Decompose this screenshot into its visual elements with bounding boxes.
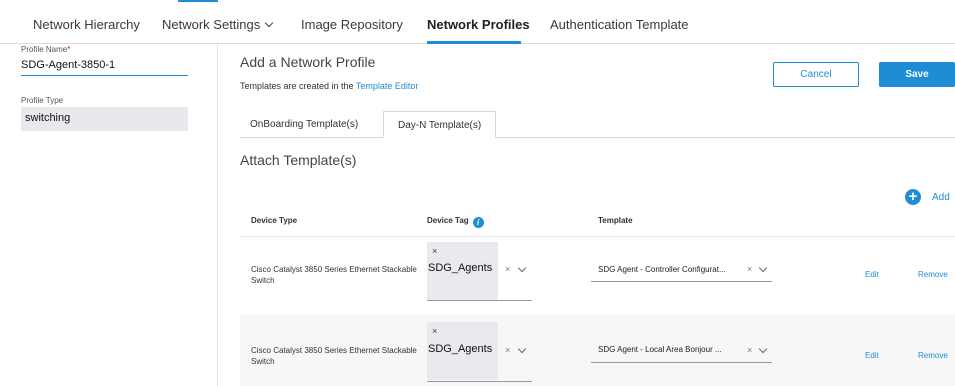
column-header-device-tag: Device Tag i <box>427 216 484 228</box>
row-2-template-underline <box>591 362 772 363</box>
tab-network-hierarchy[interactable]: Network Hierarchy <box>33 17 140 32</box>
row-1-device-type: Cisco Catalyst 3850 Series Ethernet Stac… <box>251 265 417 285</box>
row-2-device-tag-value: SDG_Agents <box>428 343 493 355</box>
top-accent-line <box>178 0 218 2</box>
close-icon[interactable]: × <box>505 345 510 355</box>
attach-templates-heading: Attach Template(s) <box>240 152 357 168</box>
row-1-template-select[interactable]: SDG Agent - Controller Configurat... <box>598 265 726 274</box>
active-tab-indicator <box>427 41 521 44</box>
required-marker: * <box>67 45 71 54</box>
column-header-template: Template <box>598 216 633 225</box>
tab-network-settings-label: Network Settings <box>162 17 261 32</box>
tab-authentication-template[interactable]: Authentication Template <box>550 17 689 32</box>
row-2-remove-link[interactable]: Remove <box>918 351 948 360</box>
chevron-down-icon <box>265 18 274 28</box>
tab-day-n-templates[interactable]: Day-N Template(s) <box>383 111 497 138</box>
device-tag-header-label: Device Tag <box>427 216 469 225</box>
table-header-divider <box>240 236 955 237</box>
profile-type-field[interactable]: switching <box>21 107 188 131</box>
page-subtitle: Templates are created in the Template Ed… <box>240 81 418 91</box>
tab-network-profiles[interactable]: Network Profiles <box>427 17 530 32</box>
row-1-device-tag-value: SDG_Agents <box>428 262 493 274</box>
plus-circle-icon[interactable]: + <box>905 189 921 205</box>
chevron-down-icon[interactable] <box>517 263 527 273</box>
info-icon[interactable]: i <box>472 217 484 228</box>
row-2-device-tag-underline <box>427 381 532 382</box>
profile-name-input[interactable]: SDG-Agent-3850-1 <box>21 59 115 71</box>
save-button[interactable]: Save <box>879 62 955 87</box>
row-1-edit-link[interactable]: Edit <box>865 270 879 279</box>
row-2-device-type: Cisco Catalyst 3850 Series Ethernet Stac… <box>251 346 417 366</box>
profile-name-underline <box>21 75 188 76</box>
row-1-remove-link[interactable]: Remove <box>918 270 948 279</box>
row-2-edit-link[interactable]: Edit <box>865 351 879 360</box>
subtitle-text: Templates are created in the <box>240 81 356 91</box>
chevron-down-icon[interactable] <box>758 263 768 273</box>
tab-image-repository[interactable]: Image Repository <box>301 17 403 32</box>
column-header-device-type: Device Type <box>251 216 298 225</box>
cancel-button[interactable]: Cancel <box>773 62 859 87</box>
profile-type-label: Profile Type <box>21 96 64 105</box>
row-1-device-tag-underline <box>427 300 532 301</box>
tab-onboarding-templates[interactable]: OnBoarding Template(s) <box>250 111 358 138</box>
profile-name-label: Profile Name* <box>21 45 70 54</box>
close-icon[interactable]: × <box>747 345 752 355</box>
add-button[interactable]: Add <box>932 192 950 203</box>
row-2-template-select[interactable]: SDG Agent - Local Area Bonjour ... <box>598 345 722 354</box>
close-icon[interactable]: × <box>505 264 510 274</box>
template-editor-link[interactable]: Template Editor <box>356 81 419 91</box>
close-icon[interactable]: × <box>432 326 437 336</box>
top-navigation: Network Hierarchy Network Settings Image… <box>0 0 955 44</box>
close-icon[interactable]: × <box>432 246 437 256</box>
profile-details-panel: Profile Name* SDG-Agent-3850-1 Profile T… <box>0 44 218 386</box>
profile-name-label-text: Profile Name <box>21 45 68 54</box>
tab-network-settings[interactable]: Network Settings <box>162 17 274 32</box>
row-1-template-underline <box>591 281 772 282</box>
page-title: Add a Network Profile <box>240 54 376 70</box>
close-icon[interactable]: × <box>747 264 752 274</box>
